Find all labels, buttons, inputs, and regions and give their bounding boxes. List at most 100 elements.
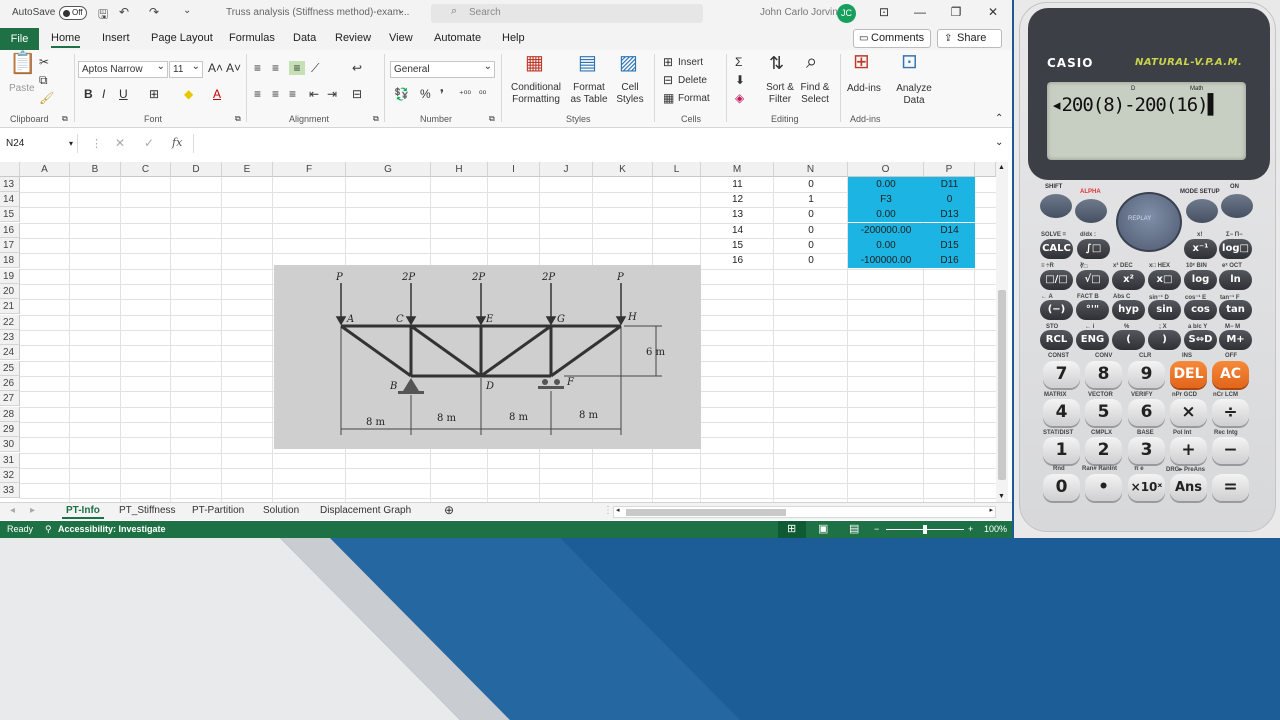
column-header[interactable]: H [431, 162, 488, 177]
plus-key[interactable]: + [1170, 437, 1207, 464]
find-select-icon[interactable]: ⌕ [806, 52, 817, 72]
zoom-out-icon[interactable]: − [874, 521, 879, 538]
s-to-d-key[interactable]: S⇔D [1184, 330, 1217, 350]
m-plus-key[interactable]: M+ [1219, 330, 1252, 350]
worksheet-grid[interactable]: A B C D E F G H I J K L M N O P 13 14 15… [0, 162, 996, 504]
sheet-tab-pt-info[interactable]: PT-Info [62, 505, 104, 519]
number-format-select[interactable]: General [390, 59, 495, 78]
tab-help[interactable]: Help [502, 32, 525, 44]
tan-key[interactable]: tan [1219, 300, 1252, 320]
scroll-thumb[interactable] [998, 290, 1006, 480]
row-header[interactable]: 27 [0, 391, 20, 406]
alpha-key[interactable] [1075, 199, 1107, 223]
ans-key[interactable]: Ans [1170, 474, 1207, 501]
sheet-tab-pt-partition[interactable]: PT-Partition [192, 505, 244, 516]
delete-cells-button[interactable]: Delete [678, 75, 707, 87]
column-header[interactable]: M [701, 162, 774, 177]
row-header[interactable]: 33 [0, 483, 20, 498]
column-header[interactable]: O [848, 162, 924, 177]
table-cell[interactable]: 0.00 [848, 177, 924, 192]
row-header[interactable]: 18 [0, 253, 20, 268]
paste-label[interactable]: Paste [9, 83, 35, 95]
digit-8-key[interactable]: 8 [1085, 361, 1122, 388]
accounting-format-icon[interactable]: 💱 [394, 87, 409, 101]
table-cell[interactable]: 0 [924, 192, 975, 207]
table-cell[interactable]: 13 [701, 207, 774, 222]
divide-key[interactable]: ÷ [1212, 399, 1249, 426]
row-header[interactable]: 30 [0, 437, 20, 452]
cell-styles-icon[interactable]: ▨ [619, 53, 638, 73]
orientation-icon[interactable]: ⟋ [311, 61, 319, 75]
redo-icon[interactable]: ↷ [149, 5, 159, 19]
row-header[interactable]: 15 [0, 207, 20, 222]
multiply-key[interactable]: × [1170, 399, 1207, 426]
row-header[interactable]: 16 [0, 223, 20, 238]
digit-3-key[interactable]: 3 [1128, 437, 1165, 464]
scroll-up-icon[interactable]: ▲ [998, 164, 1005, 171]
conditional-formatting-icon[interactable]: ▦ [525, 53, 544, 73]
column-header[interactable]: F [273, 162, 346, 177]
accessibility-icon[interactable]: ⚲ [45, 521, 52, 538]
row-header[interactable]: 19 [0, 269, 20, 284]
tab-file[interactable]: File [0, 28, 39, 50]
tab-formulas[interactable]: Formulas [229, 32, 275, 44]
zoom-in-icon[interactable]: + [968, 521, 973, 538]
tab-review[interactable]: Review [335, 32, 371, 44]
table-cell[interactable]: 0 [774, 177, 848, 192]
column-header[interactable]: K [593, 162, 653, 177]
comma-style-icon[interactable]: ❜ [440, 87, 444, 101]
sheet-tab-displacement-graph[interactable]: Displacement Graph [320, 505, 411, 516]
comments-button[interactable]: Comments [853, 29, 931, 48]
row-header[interactable]: 23 [0, 330, 20, 345]
restore-icon[interactable]: ❐ [947, 5, 965, 21]
column-header[interactable]: E [222, 162, 273, 177]
table-cell[interactable]: 0.00 [848, 207, 924, 222]
row-header[interactable]: 25 [0, 361, 20, 376]
scroll-thumb[interactable] [626, 509, 786, 516]
digit-1-key[interactable]: 1 [1043, 437, 1080, 464]
next-sheet-icon[interactable]: ▸ [30, 505, 35, 516]
percent-icon[interactable]: % [420, 87, 431, 101]
column-header[interactable] [975, 162, 996, 177]
row-header[interactable]: 31 [0, 453, 20, 468]
alignment-launcher-icon[interactable]: ⧉ [373, 112, 379, 126]
equals-key[interactable]: = [1212, 474, 1249, 501]
decrease-font-icon[interactable]: A˅ [226, 61, 241, 75]
fill-icon[interactable]: ⬇ [735, 73, 745, 87]
row-header[interactable]: 24 [0, 345, 20, 360]
scroll-down-icon[interactable]: ▼ [998, 493, 1005, 500]
on-key[interactable] [1221, 194, 1253, 218]
align-bottom-icon[interactable]: ≡ [289, 61, 305, 75]
column-header[interactable]: A [20, 162, 70, 177]
insert-cells-button[interactable]: Insert [678, 57, 703, 69]
title-chevron-icon[interactable]: ⌄ [397, 5, 405, 16]
font-size-select[interactable]: 11 [169, 59, 203, 78]
table-cell[interactable]: 0 [774, 223, 848, 238]
add-sheet-icon[interactable]: ⊕ [444, 503, 454, 517]
add-ins-icon[interactable]: ⊞ [853, 52, 870, 72]
clear-icon[interactable]: ◈ [735, 91, 744, 105]
table-cell[interactable]: D11 [924, 177, 975, 192]
log-key[interactable]: log [1184, 270, 1217, 290]
vertical-scrollbar[interactable]: ▲ ▼ [996, 162, 1008, 504]
table-cell[interactable]: D15 [924, 238, 975, 253]
zoom-slider-handle[interactable] [923, 525, 927, 534]
find-select-button[interactable]: Find & Select [797, 82, 833, 106]
open-paren-key[interactable]: ( [1112, 330, 1145, 350]
format-painter-icon[interactable]: 🖌 [39, 91, 54, 105]
accessibility-status[interactable]: Accessibility: Investigate [58, 521, 166, 538]
column-header[interactable]: B [70, 162, 121, 177]
digit-9-key[interactable]: 9 [1128, 361, 1165, 388]
decimal-point-key[interactable]: • [1085, 474, 1122, 501]
format-as-table-button[interactable]: Format as Table [567, 82, 611, 106]
column-header[interactable]: P [924, 162, 975, 177]
column-header[interactable]: I [488, 162, 540, 177]
calc-key[interactable]: CALC [1040, 239, 1073, 259]
zoom-level[interactable]: 100% [984, 521, 1007, 538]
replay-dpad[interactable]: REPLAY [1116, 192, 1182, 252]
row-header[interactable]: 28 [0, 407, 20, 422]
font-launcher-icon[interactable]: ⧉ [235, 112, 241, 126]
table-cell[interactable]: 15 [701, 238, 774, 253]
row-header[interactable]: 17 [0, 238, 20, 253]
row-header[interactable]: 21 [0, 299, 20, 314]
